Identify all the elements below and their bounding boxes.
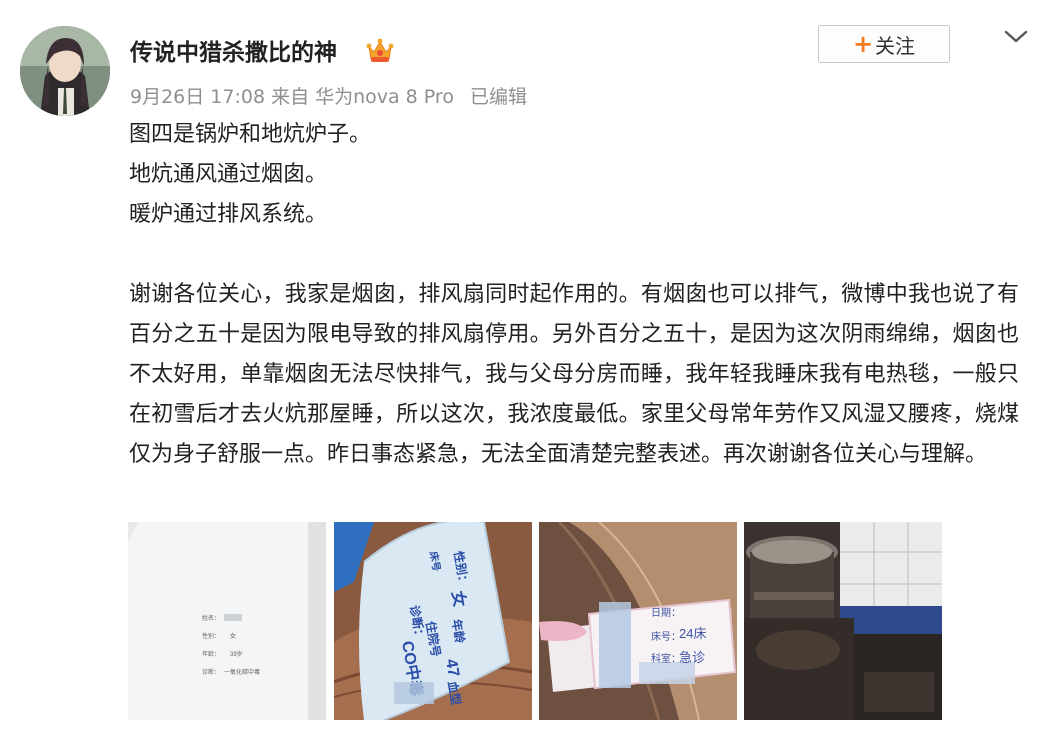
doc-diag: 一氧化碳中毒 bbox=[224, 668, 260, 676]
content-line-3: 暖炉通过排风系统。 bbox=[129, 202, 328, 227]
doc-sex: 女 bbox=[230, 632, 236, 640]
band2-bed-label: 床号： bbox=[651, 630, 681, 643]
post-content: 图四是锅炉和地炕炉子。 地炕通风通过烟囱。 暖炉通过排风系统。 谢谢各位关心，我… bbox=[129, 115, 1019, 475]
follow-label: 关注 bbox=[875, 33, 916, 58]
content-paragraph: 谢谢各位关心，我家是烟囱，排风扇同时起作用的。有烟囱也可以排气，微博中我也说了有… bbox=[129, 282, 1019, 467]
device-source[interactable]: 华为nova 8 Pro bbox=[315, 86, 454, 108]
band2-blur-left bbox=[599, 602, 631, 688]
content-line-1: 图四是锅炉和地炕炉子。 bbox=[129, 122, 372, 147]
band-blur bbox=[394, 682, 434, 704]
photo-document[interactable]: 姓名： 性别： 女 年龄： 39岁 诊断： 一氧化碳中毒 bbox=[128, 522, 326, 720]
image-grid: 姓名： 性别： 女 年龄： 39岁 诊断： 一氧化碳中毒 性别： 女 床号 年龄… bbox=[128, 522, 943, 720]
source-prefix: 来自 bbox=[271, 86, 310, 108]
username[interactable]: 传说中猎杀撒比的神 bbox=[130, 33, 337, 67]
band-age: 47 bbox=[442, 658, 462, 679]
band2-blur-bottom bbox=[639, 662, 695, 684]
plus-icon: + bbox=[852, 30, 874, 58]
post-meta: 9月26日 17:08 来自 华为nova 8 Pro 已编辑 bbox=[130, 82, 533, 109]
edited-label[interactable]: 已编辑 bbox=[470, 86, 527, 108]
band2-date-label: 日期： bbox=[651, 607, 681, 619]
post-date[interactable]: 9月26日 17:08 bbox=[130, 86, 265, 108]
chevron-down-icon[interactable] bbox=[1002, 24, 1030, 48]
follow-button[interactable]: + 关注 bbox=[818, 25, 950, 63]
photo-wristband-2[interactable]: 日期： 床号： 24床 科室： 急诊 bbox=[539, 522, 737, 720]
band2-bed: 24床 bbox=[679, 626, 706, 641]
doc-sex-label: 性别： bbox=[202, 632, 220, 640]
doc-diag-label: 诊断： bbox=[202, 668, 220, 676]
photo-wristband-1[interactable]: 性别： 女 床号 年龄 47 血型 诊断： CO中毒 住院号 bbox=[334, 522, 532, 720]
photo-boiler[interactable] bbox=[744, 522, 942, 720]
band2-dept-label: 科室： bbox=[651, 652, 681, 665]
avatar[interactable] bbox=[20, 26, 110, 116]
doc-name-label: 姓名： bbox=[202, 614, 220, 622]
doc-name-blur bbox=[224, 614, 242, 621]
avatar-image bbox=[20, 26, 110, 116]
band2-dept: 急诊 bbox=[679, 650, 705, 665]
doc-age: 39岁 bbox=[230, 650, 243, 658]
crown-badge-icon[interactable] bbox=[365, 37, 395, 65]
content-line-2: 地炕通风通过烟囱。 bbox=[129, 162, 328, 187]
doc-age-label: 年龄： bbox=[202, 650, 220, 658]
